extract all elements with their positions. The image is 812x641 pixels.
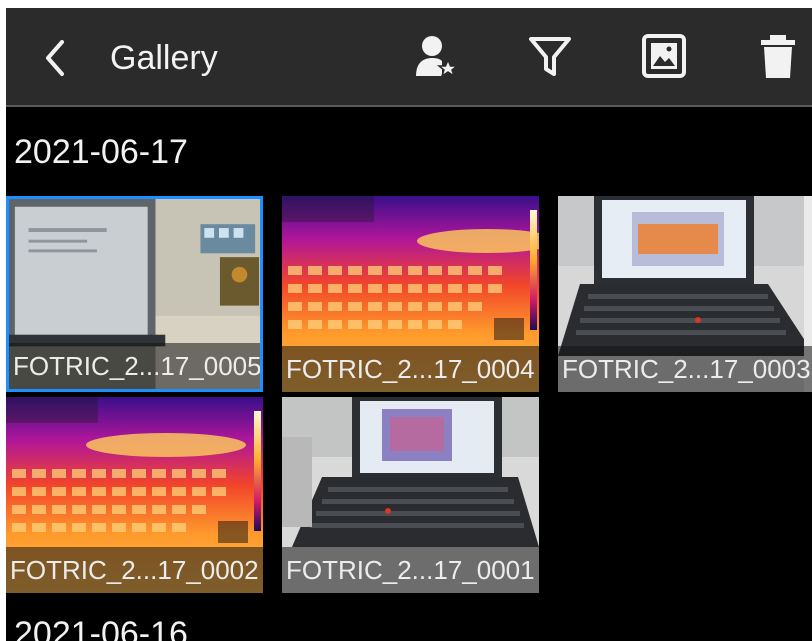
thumbnail-label: FOTRIC_2...17_0002 xyxy=(6,547,263,593)
page-title: Gallery xyxy=(110,39,218,77)
user-star-icon[interactable] xyxy=(412,32,460,80)
thumbnail-label: FOTRIC_2...17_0004 xyxy=(282,346,539,392)
top-bar: Gallery xyxy=(6,8,812,107)
gallery-thumbnail[interactable]: FOTRIC_2...17_0004 xyxy=(282,196,539,392)
gallery-thumbnail[interactable]: FOTRIC_2...17_0002 xyxy=(6,397,263,593)
filter-icon[interactable] xyxy=(526,32,574,80)
gallery-thumbnail[interactable]: FOTRIC_2...17_0003 xyxy=(558,196,812,392)
gallery-screen: Gallery 2021-06-17 FOTRIC_2...17_0005 FO… xyxy=(6,8,812,641)
trash-icon[interactable] xyxy=(754,32,802,80)
gallery-thumbnail[interactable]: FOTRIC_2...17_0001 xyxy=(282,397,539,593)
back-arrow-icon[interactable] xyxy=(40,38,70,78)
date-header: 2021-06-16 xyxy=(14,615,188,641)
thumbnail-label: FOTRIC_2...17_0001 xyxy=(282,547,539,593)
image-icon[interactable] xyxy=(640,32,688,80)
thumbnail-label: FOTRIC_2...17_0003 xyxy=(558,346,812,392)
gallery-thumbnail[interactable]: FOTRIC_2...17_0005 xyxy=(6,196,263,392)
thumbnail-label: FOTRIC_2...17_0005 xyxy=(9,343,260,389)
date-header: 2021-06-17 xyxy=(14,133,188,171)
